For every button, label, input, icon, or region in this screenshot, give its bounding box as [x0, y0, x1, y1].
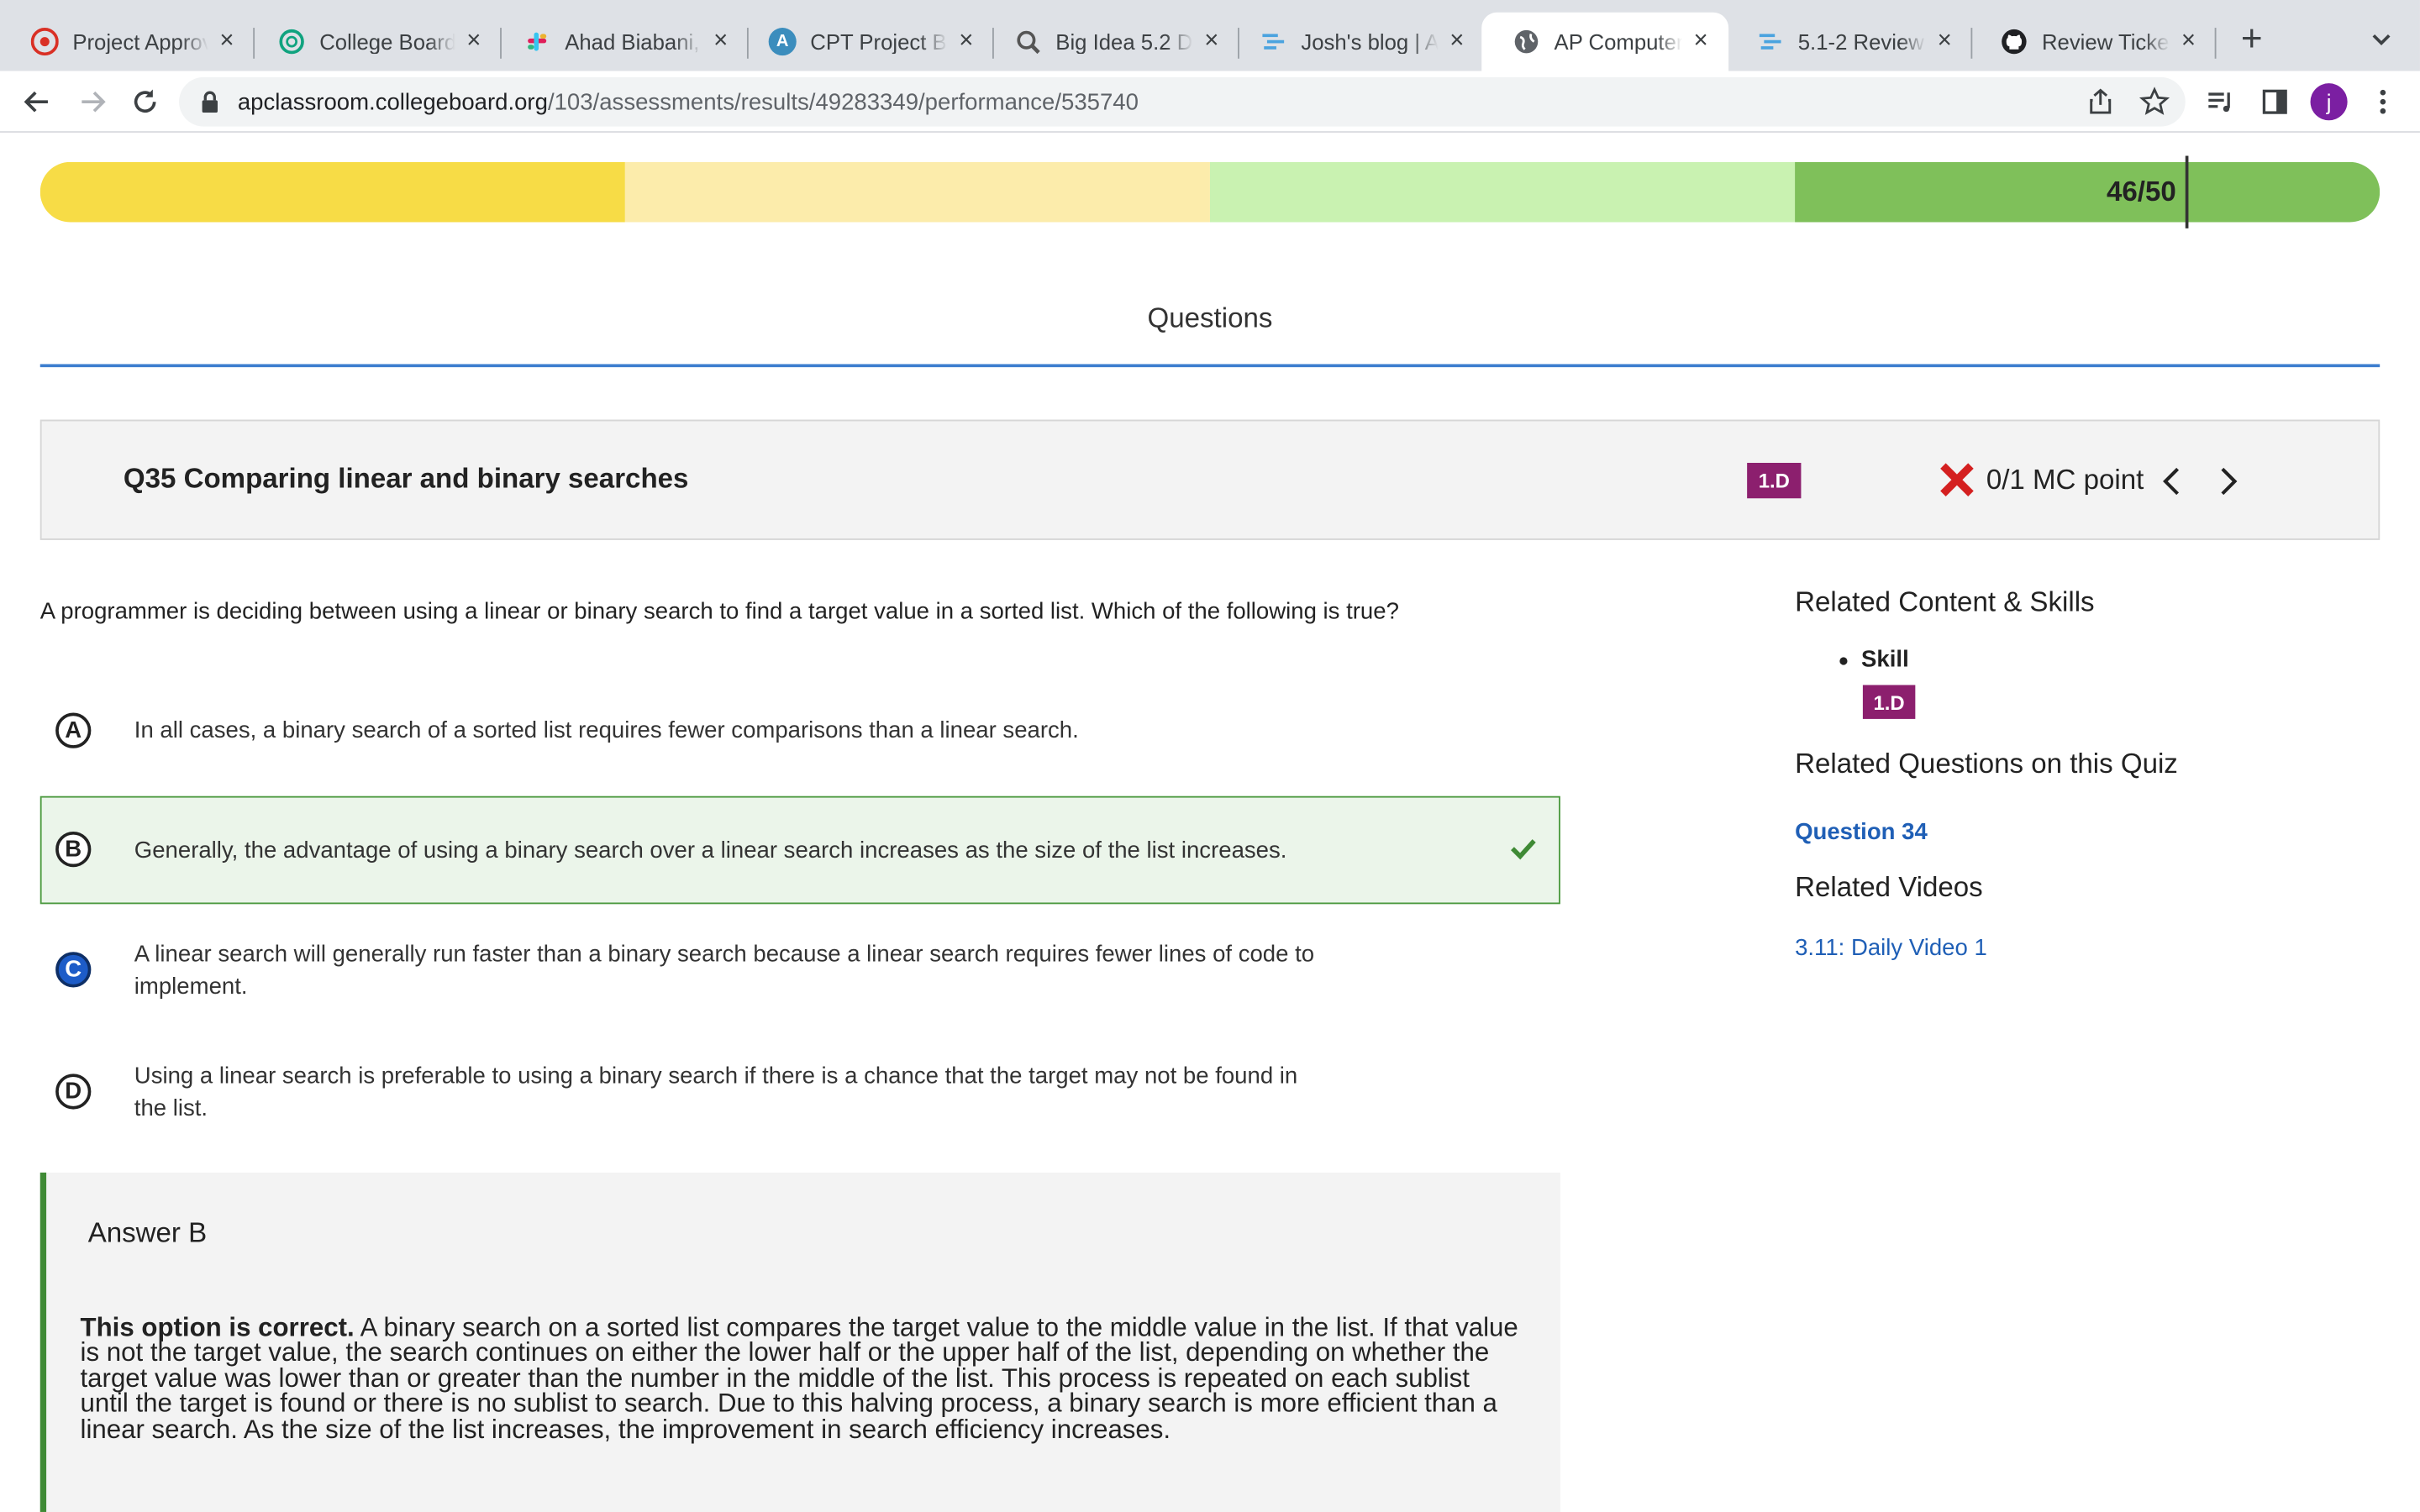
previous-question-button[interactable] [2156, 463, 2190, 500]
option-text: In all cases, a binary search of a sorte… [134, 717, 1079, 744]
tab-cpt-project[interactable]: A CPT Project Bl × [738, 13, 994, 71]
skill-badge: 1.D [1862, 685, 1916, 719]
slack-icon [523, 28, 551, 55]
close-icon[interactable]: × [2176, 28, 2201, 54]
bullet [1839, 657, 1848, 665]
blog-icon [1260, 28, 1287, 55]
checkmark-icon [1509, 835, 1537, 863]
option-letter: A [55, 712, 92, 748]
answer-body: This option is correct. A binary search … [81, 1315, 1523, 1443]
close-icon[interactable]: × [1933, 28, 1957, 54]
chevron-right-icon [2221, 467, 2238, 496]
tab-strip: Project Approval × College Board × Ahad … [0, 0, 2420, 71]
tab-big-idea[interactable]: Big Idea 5.2 Di × [983, 13, 1239, 71]
answer-title: Answer B [87, 1217, 208, 1248]
score-progress-bar [39, 161, 2381, 223]
tab-project-approval[interactable]: Project Approval × [0, 13, 255, 71]
score-label: 46/50 [2107, 176, 2176, 207]
questions-divider [39, 364, 2381, 368]
share-icon[interactable] [2082, 83, 2119, 120]
close-icon[interactable]: × [214, 28, 239, 54]
option-text: A linear search will generally run faste… [134, 941, 1315, 1000]
close-icon[interactable]: × [1444, 28, 1469, 54]
close-icon[interactable]: × [708, 28, 733, 54]
close-icon[interactable]: × [1199, 28, 1223, 54]
close-icon[interactable]: × [954, 28, 978, 54]
option-text: Using a linear search is preferable to u… [134, 1063, 1298, 1122]
avatar[interactable]: j [2310, 83, 2348, 121]
side-panel-icon[interactable] [2256, 83, 2293, 120]
back-button[interactable] [18, 83, 55, 120]
score-marker [2185, 155, 2189, 228]
github-icon [2000, 28, 2028, 55]
option-letter: C [55, 952, 92, 988]
star-icon[interactable] [2136, 83, 2173, 120]
search-doc-icon [1014, 28, 1042, 55]
chevron-down-icon[interactable] [2366, 24, 2397, 55]
tab-review-5-1-2[interactable]: 5.1-2 Review | × [1725, 13, 1973, 71]
next-question-button[interactable] [2210, 463, 2244, 500]
answer-explanation: Answer B This option is correct. A binar… [39, 1172, 1560, 1512]
option-c[interactable]: C A linear search will generally run fas… [40, 935, 1560, 1016]
blog-icon [1756, 28, 1784, 55]
option-a[interactable]: A In all cases, a binary search of a sor… [40, 697, 1560, 765]
option-text: Generally, the advantage of using a bina… [134, 837, 1287, 864]
question-header: Q35 Comparing linear and binary searches… [39, 419, 2381, 540]
new-tab-button[interactable]: + [2233, 21, 2270, 59]
arrow-left-icon [24, 91, 48, 113]
url-host: apclassroom.collegeboard.org [237, 88, 548, 115]
tab-ap-computer-science[interactable]: AP Computer S × [1481, 12, 1729, 71]
question-title: Q35 Comparing linear and binary searches [123, 463, 689, 494]
forward-button[interactable] [74, 83, 111, 120]
related-content-heading: Related Content & Skills [1795, 585, 2095, 617]
related-questions-heading: Related Questions on this Quiz [1795, 748, 2178, 780]
option-d[interactable]: D Using a linear search is preferable to… [40, 1055, 1560, 1136]
tab-review-ticket[interactable]: Review Ticket × [1970, 13, 2217, 71]
related-videos-heading: Related Videos [1795, 871, 1983, 903]
tab-josh-blog[interactable]: Josh's blog | A × [1228, 13, 1485, 71]
incorrect-x-icon [1939, 461, 1975, 498]
a-icon: A [768, 28, 797, 56]
close-icon[interactable]: × [461, 28, 486, 54]
close-icon[interactable]: × [1688, 28, 1712, 54]
related-video-link[interactable]: 3.11: Daily Video 1 [1795, 935, 1987, 961]
option-letter: B [55, 831, 92, 868]
project-approval-icon [30, 28, 59, 56]
reload-button[interactable] [127, 83, 164, 120]
globe-icon [1512, 28, 1540, 55]
related-question-link[interactable]: Question 34 [1795, 819, 1928, 845]
tab-college-board[interactable]: College Board × [247, 13, 502, 71]
skill-label: Skill [1861, 646, 1909, 673]
more-options-icon[interactable] [2365, 83, 2402, 120]
address-bar[interactable]: apclassroom.collegeboard.org/103/assessm… [179, 76, 2186, 127]
chevron-left-icon [2163, 467, 2180, 496]
option-b[interactable]: B Generally, the advantage of using a bi… [39, 795, 1560, 905]
arrow-right-icon [82, 91, 106, 113]
tab-slack[interactable]: Ahad Biabani, × [492, 13, 749, 71]
lock-icon [201, 91, 219, 113]
question-stem: A programmer is deciding between using a… [39, 598, 1399, 625]
score-band-2 [624, 161, 1210, 223]
score-band-1 [39, 161, 625, 223]
media-control-icon[interactable] [2202, 83, 2239, 120]
reload-icon [134, 89, 156, 113]
option-letter: D [55, 1074, 92, 1110]
skill-badge: 1.D [1747, 463, 1802, 499]
browser-toolbar: apclassroom.collegeboard.org/103/assessm… [0, 71, 2420, 133]
points-label: 0/1 MC point [1986, 464, 2144, 496]
openai-icon [278, 28, 306, 55]
questions-heading: Questions [1147, 302, 1273, 333]
score-band-3 [1209, 161, 1796, 223]
url-path: /103/assessments/results/49283349/perfor… [547, 88, 1139, 115]
